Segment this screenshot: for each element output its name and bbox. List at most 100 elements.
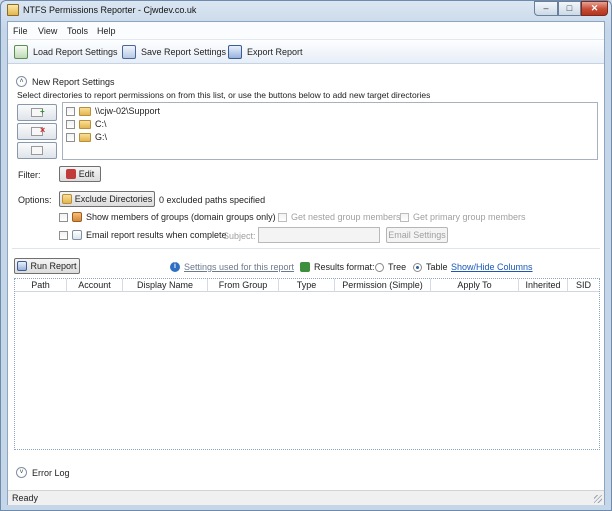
save-report-settings-button[interactable]: Save Report Settings — [122, 43, 226, 61]
subject-label: Subject: — [223, 231, 256, 241]
list-item[interactable]: C:\ — [66, 118, 107, 130]
app-window: NTFS Permissions Reporter - Cjwdev.co.uk… — [0, 0, 612, 511]
load-report-settings-label: Load Report Settings — [33, 47, 118, 57]
divider — [12, 248, 600, 249]
results-format-label: Results format: — [314, 262, 375, 272]
export-report-label: Export Report — [247, 47, 303, 57]
load-report-settings-button[interactable]: Load Report Settings — [14, 43, 118, 61]
table-radio[interactable] — [413, 262, 422, 272]
email-results-label: Email report results when complete — [86, 230, 227, 240]
error-log-heading[interactable]: Error Log — [32, 468, 70, 478]
column-header-account[interactable]: Account — [67, 279, 123, 292]
menu-view[interactable]: View — [38, 26, 57, 36]
column-header-type[interactable]: Type — [279, 279, 335, 292]
load-settings-icon — [14, 45, 28, 59]
plus-icon: + — [40, 107, 45, 116]
run-report-button[interactable]: Run Report — [14, 258, 80, 274]
folder-icon — [79, 132, 91, 142]
show-hide-columns-link[interactable]: Show/Hide Columns — [451, 262, 533, 272]
exclude-directories-label: Exclude Directories — [74, 194, 153, 204]
email-results-checkbox[interactable] — [59, 230, 68, 240]
tree-label: Tree — [388, 262, 407, 272]
filter-label: Filter: — [18, 170, 41, 180]
run-report-label: Run Report — [30, 261, 77, 271]
maximize-button[interactable]: □ — [558, 1, 581, 16]
column-header-from-group[interactable]: From Group — [208, 279, 279, 292]
edit-directory-button[interactable] — [17, 142, 57, 159]
title-bar: NTFS Permissions Reporter - Cjwdev.co.uk… — [1, 1, 611, 20]
close-button[interactable]: ✕ — [581, 1, 608, 16]
save-settings-icon — [122, 45, 136, 59]
email-settings-button[interactable]: Email Settings — [386, 227, 448, 243]
directory-list[interactable]: \\cjw-02\Support C:\ G:\ — [62, 102, 598, 160]
column-header-apply-to[interactable]: Apply To — [431, 279, 519, 292]
subject-input[interactable] — [258, 227, 380, 243]
directory-checkbox[interactable] — [66, 106, 75, 116]
options-label: Options: — [18, 195, 52, 205]
table-format-option[interactable]: Table — [413, 262, 448, 272]
tree-format-option[interactable]: Tree — [375, 262, 406, 272]
directory-path: C:\ — [95, 119, 107, 129]
mail-icon — [72, 230, 82, 240]
primary-members-checkbox[interactable] — [400, 212, 409, 222]
excluded-count-text: 0 excluded paths specified — [159, 195, 266, 205]
minimize-button[interactable]: – — [534, 1, 558, 16]
column-header-sid[interactable]: SID — [568, 279, 599, 292]
results-table[interactable]: Path Account Display Name From Group Typ… — [14, 278, 600, 450]
folder-list-icon — [31, 146, 43, 155]
status-bar: Ready — [8, 490, 604, 505]
column-header-display-name[interactable]: Display Name — [123, 279, 208, 292]
results-format-icon — [300, 262, 310, 272]
menu-tools[interactable]: Tools — [67, 26, 88, 36]
window-title: NTFS Permissions Reporter - Cjwdev.co.uk — [23, 5, 197, 15]
directory-path: \\cjw-02\Support — [95, 106, 161, 116]
app-icon — [7, 4, 19, 16]
show-members-checkbox[interactable] — [59, 212, 68, 222]
settings-used-link[interactable]: Settings used for this report — [184, 262, 294, 272]
directory-checkbox[interactable] — [66, 132, 75, 142]
column-header-permission[interactable]: Permission (Simple) — [335, 279, 431, 292]
remove-directory-button[interactable]: × — [17, 123, 57, 140]
column-header-inherited[interactable]: Inherited — [519, 279, 568, 292]
toolbar: Load Report Settings Save Report Setting… — [8, 40, 604, 64]
nested-members-option[interactable]: Get nested group members — [278, 212, 401, 222]
show-members-option[interactable]: Show members of groups (domain groups on… — [59, 212, 276, 222]
table-label: Table — [426, 262, 448, 272]
chevron-down-icon[interactable]: ˅ — [16, 467, 27, 478]
resize-grip-icon[interactable] — [594, 495, 602, 503]
column-header-path[interactable]: Path — [15, 279, 67, 292]
tree-radio[interactable] — [375, 262, 384, 272]
export-report-button[interactable]: Export Report — [228, 43, 303, 61]
primary-members-option[interactable]: Get primary group members — [400, 212, 526, 222]
exclude-folder-icon — [61, 194, 72, 204]
status-text: Ready — [12, 493, 39, 503]
nested-members-checkbox[interactable] — [278, 212, 287, 222]
show-members-label: Show members of groups (domain groups on… — [86, 212, 276, 222]
menu-file[interactable]: File — [13, 26, 28, 36]
client-area: File View Tools Help Load Report Setting… — [7, 21, 605, 505]
directory-path: G:\ — [95, 132, 108, 142]
email-results-option[interactable]: Email report results when complete — [59, 230, 227, 240]
menu-bar: File View Tools Help — [8, 22, 604, 40]
chevron-up-icon[interactable]: ˄ — [16, 76, 27, 87]
nested-members-label: Get nested group members — [291, 212, 401, 222]
groups-icon — [72, 212, 82, 222]
new-report-settings-heading: New Report Settings — [32, 77, 115, 87]
menu-help[interactable]: Help — [97, 26, 116, 36]
directory-instructions: Select directories to report permissions… — [17, 90, 431, 100]
edit-filter-button[interactable]: Edit — [59, 166, 101, 182]
folder-icon — [79, 119, 91, 129]
exclude-directories-button[interactable]: Exclude Directories — [59, 191, 155, 207]
edit-filter-label: Edit — [78, 169, 95, 179]
run-report-icon — [17, 261, 28, 271]
list-item[interactable]: G:\ — [66, 131, 107, 143]
folder-icon — [79, 106, 91, 116]
info-icon: i — [170, 262, 180, 272]
add-directory-button[interactable]: + — [17, 104, 57, 121]
list-item[interactable]: \\cjw-02\Support — [66, 105, 160, 117]
filter-icon — [65, 169, 76, 179]
directory-checkbox[interactable] — [66, 119, 75, 129]
minus-icon: × — [40, 125, 46, 135]
primary-members-label: Get primary group members — [413, 212, 526, 222]
export-report-icon — [228, 45, 242, 59]
